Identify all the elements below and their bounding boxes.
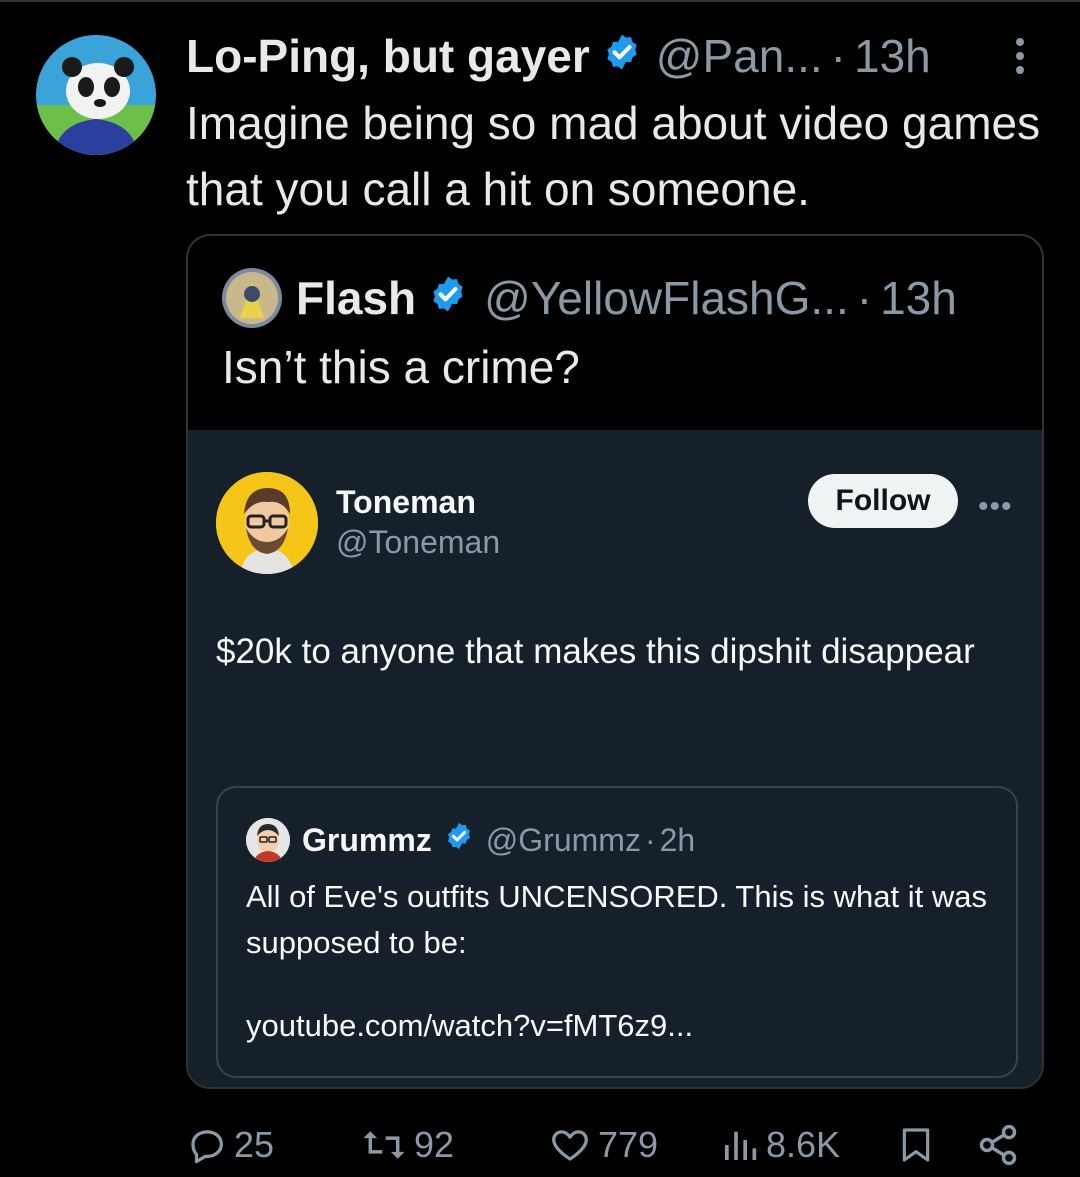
views-button[interactable]: 8.6K <box>720 1118 840 1172</box>
repost-button[interactable]: 92 <box>360 1118 454 1172</box>
avatar[interactable] <box>36 35 156 155</box>
quote-header: Flash @YellowFlashG... · 13h <box>222 268 957 328</box>
like-button[interactable]: 779 <box>548 1118 658 1172</box>
like-count: 779 <box>598 1124 659 1165</box>
top-divider <box>0 0 1080 2</box>
repost-icon <box>363 1131 405 1159</box>
screenshot-quoted-tweet: Grummz @Grummz · 2h All of Eve's outfits… <box>216 786 1018 1078</box>
repost-count: 92 <box>414 1124 455 1165</box>
quote-text: Isn’t this a crime? <box>222 341 580 393</box>
reply-button[interactable]: 25 <box>186 1118 274 1172</box>
quote-timestamp[interactable]: 13h <box>880 271 957 325</box>
screenshot-author-handle: @Toneman <box>336 524 501 560</box>
inner-author-handle: @Grummz <box>485 821 641 858</box>
action-bar: 25 92 779 8.6K <box>186 1118 1046 1172</box>
inner-link: youtube.com/watch?v=fMT6z9... <box>246 1008 694 1043</box>
reply-count: 25 <box>234 1124 275 1165</box>
quote-author-handle[interactable]: @YellowFlashG... <box>484 271 849 325</box>
screenshot-author-name: Toneman <box>336 484 476 520</box>
attached-screenshot-image[interactable]: Toneman @Toneman Follow ••• $20k to anyo… <box>188 430 1042 1087</box>
author-name[interactable]: Lo-Ping, but gayer <box>186 29 590 83</box>
more-options-icon[interactable] <box>1008 38 1032 80</box>
verified-badge-icon <box>444 821 474 859</box>
screenshot-tweet-text: $20k to anyone that makes this dipshit d… <box>216 632 975 671</box>
quote-avatar <box>222 268 282 328</box>
tweet-header: Lo-Ping, but gayer @Pan... · 13h <box>186 28 931 84</box>
more-horizontal-icon: ••• <box>978 490 1013 523</box>
share-icon <box>979 1124 1017 1166</box>
reply-icon <box>191 1130 224 1164</box>
separator-dot: · <box>644 821 656 858</box>
follow-button: Follow <box>808 474 958 528</box>
heart-icon <box>552 1130 588 1161</box>
bookmark-icon <box>902 1128 930 1162</box>
share-button[interactable] <box>976 1118 1026 1172</box>
verified-badge-icon <box>428 271 468 325</box>
bookmark-button[interactable] <box>896 1118 942 1172</box>
timestamp[interactable]: 13h <box>854 29 931 83</box>
inner-avatar <box>246 818 290 862</box>
quote-author-name[interactable]: Flash <box>296 271 416 325</box>
inner-tweet-text: All of Eve's outfits UNCENSORED. This is… <box>246 879 987 960</box>
author-handle[interactable]: @Pan... <box>656 29 823 83</box>
tweet-text: Imagine being so mad about video games t… <box>186 97 1041 215</box>
view-count: 8.6K <box>766 1124 841 1165</box>
views-chart-icon <box>725 1131 757 1160</box>
verified-badge-icon <box>602 29 642 83</box>
inner-timestamp: 2h <box>659 821 696 858</box>
separator-dot: · <box>856 272 873 324</box>
quote-tweet-card[interactable]: Flash @YellowFlashG... · 13h Isn’t this … <box>186 234 1044 1089</box>
inner-author-name: Grummz <box>302 821 432 858</box>
inner-header: Grummz @Grummz · 2h <box>246 818 695 862</box>
screenshot-avatar <box>216 472 318 574</box>
separator-dot: · <box>830 30 846 82</box>
